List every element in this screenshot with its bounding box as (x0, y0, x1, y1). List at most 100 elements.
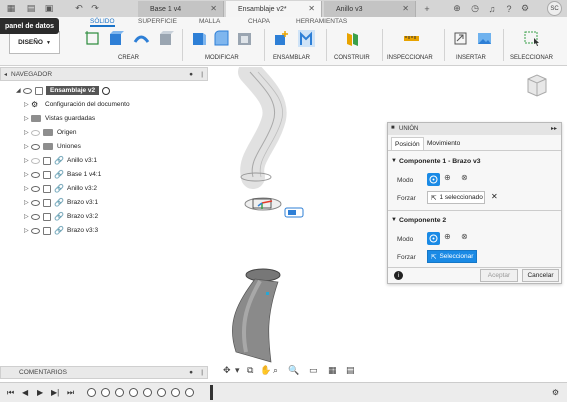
group-seleccionar[interactable]: SELECCIONAR (510, 55, 553, 61)
collapse-icon[interactable]: ◂ (4, 71, 7, 78)
tab-ensamblaje[interactable]: Ensamblaje v2* ✕ (226, 1, 322, 17)
tab-posicion[interactable]: Posición (391, 137, 424, 150)
workspace-selector[interactable]: DISEÑO ▼ (9, 31, 60, 54)
play-icon[interactable]: ▶ (37, 388, 43, 397)
fillet-icon[interactable] (213, 30, 230, 47)
browser-item[interactable]: ▷ Uniones (24, 140, 81, 153)
expand-icon[interactable]: ▷ (24, 185, 31, 192)
add-tab-icon[interactable]: + (420, 2, 434, 15)
measure-icon[interactable] (403, 30, 420, 47)
step-forward-icon[interactable]: ▶| (51, 388, 59, 397)
clear-selection-icon[interactable]: ✕ (491, 192, 498, 201)
gear-icon[interactable]: ⚙ (552, 388, 559, 397)
tab-anillo[interactable]: Anillo v3 ✕ (324, 1, 416, 17)
zoom-icon[interactable]: ⌕ (273, 365, 278, 376)
gear-icon[interactable]: ⚙ (518, 2, 532, 15)
step-back-icon[interactable]: ◀ (22, 388, 28, 397)
component-1-selection[interactable]: ⇱ 1 seleccionado (427, 191, 485, 204)
expand-icon[interactable]: ▷ (24, 171, 31, 178)
data-panel-badge[interactable]: panel de datos (0, 18, 60, 34)
browser-item[interactable]: ▷ Vistas guardadas (24, 112, 95, 125)
component-2-title[interactable]: Componente 2 (399, 217, 446, 224)
expand-icon[interactable]: ▷ (24, 115, 31, 122)
mode-edge-icon[interactable]: ⊕ (444, 173, 457, 186)
cancel-button[interactable]: Cancelar (522, 269, 559, 282)
mode-point-button[interactable] (427, 232, 440, 245)
bell-icon[interactable]: ♫ (485, 2, 499, 15)
browser-item[interactable]: ▷ ⚙ Configuración del documento (24, 98, 130, 111)
visibility-icon[interactable] (31, 213, 40, 220)
expanded-icon[interactable]: ◢ (16, 87, 23, 94)
visibility-icon[interactable] (31, 227, 40, 234)
expand-icon[interactable]: ▷ (24, 129, 31, 136)
revolve-icon[interactable] (133, 30, 150, 47)
visibility-icon[interactable] (31, 143, 40, 150)
tab-malla[interactable]: MALLA (199, 18, 220, 25)
close-icon[interactable]: | (201, 369, 203, 376)
info-icon[interactable]: i (394, 271, 403, 280)
timeline-feature[interactable] (185, 388, 194, 397)
press-pull-icon[interactable] (190, 30, 207, 47)
expand-icon[interactable]: ▷ (24, 227, 31, 234)
file-icon[interactable]: ▤ (24, 2, 38, 15)
visibility-icon[interactable] (31, 185, 40, 192)
group-inspeccionar[interactable]: INSPECCIONAR (387, 55, 433, 61)
visibility-icon[interactable] (31, 157, 40, 164)
expand-icon[interactable]: ▷ (24, 143, 31, 150)
pan-icon[interactable]: ✋ (260, 365, 271, 376)
tab-solido[interactable]: SÓLIDO (90, 18, 115, 27)
chevron-down-icon[interactable]: ▼ (391, 217, 397, 223)
close-icon[interactable]: ✕ (308, 4, 315, 13)
browser-root[interactable]: ◢ Ensamblaje v2 (16, 84, 111, 97)
close-icon[interactable]: ✕ (210, 4, 217, 13)
pin-icon[interactable]: ● (189, 369, 193, 376)
visibility-icon[interactable] (31, 171, 40, 178)
component-2-selection[interactable]: ⇱ Seleccionar (427, 250, 477, 263)
save-icon[interactable]: ▣ (42, 2, 56, 15)
redo-icon[interactable]: ↷ (88, 2, 102, 15)
tab-chapa[interactable]: CHAPA (248, 18, 270, 25)
mode-edge-icon[interactable]: ⊕ (444, 232, 457, 245)
extrude-icon[interactable] (107, 30, 124, 47)
timeline-feature[interactable] (157, 388, 166, 397)
display-settings-icon[interactable]: ▭ (309, 365, 318, 376)
visibility-icon[interactable] (23, 87, 32, 94)
timeline-feature[interactable] (87, 388, 96, 397)
new-sketch-icon[interactable] (84, 30, 101, 47)
view-cube[interactable] (527, 74, 547, 97)
tab-base[interactable]: Base 1 v4 ✕ (138, 1, 224, 17)
joint-icon[interactable] (298, 30, 315, 47)
clock-icon[interactable]: ◷ (468, 2, 482, 15)
dialog-header[interactable]: ■ UNIÓN ▸▸ (388, 123, 561, 135)
expand-dialog-icon[interactable]: ▸▸ (551, 125, 557, 132)
browser-item[interactable]: ▷ Origen (24, 126, 77, 139)
box-icon[interactable] (157, 30, 174, 47)
close-icon[interactable]: ✕ (402, 4, 409, 13)
component-1-title[interactable]: Componente 1 - Brazo v3 (399, 158, 481, 165)
go-to-start-icon[interactable]: ⏮ (7, 388, 14, 398)
timeline-feature[interactable] (143, 388, 152, 397)
mode-between-icon[interactable]: ⊗ (461, 232, 474, 245)
insert-derive-icon[interactable] (452, 30, 469, 47)
group-construir[interactable]: CONSTRUIR (334, 55, 370, 61)
offset-plane-icon[interactable] (344, 30, 361, 47)
shell-icon[interactable] (236, 30, 253, 47)
expand-icon[interactable]: ▷ (24, 213, 31, 220)
browser-item[interactable]: ▷ 🔗 Base 1 v4:1 (24, 168, 101, 181)
zoom-window-icon[interactable]: 🔍 (288, 365, 299, 376)
chevron-down-icon[interactable]: ▼ (391, 158, 397, 164)
group-insertar[interactable]: INSERTAR (456, 55, 486, 61)
new-component-icon[interactable] (273, 30, 290, 47)
mode-point-button[interactable] (427, 173, 440, 186)
tab-herramientas[interactable]: HERRAMIENTAS (296, 18, 347, 25)
help-icon[interactable]: ? (502, 2, 516, 15)
go-to-end-icon[interactable]: ⏭ (67, 388, 74, 398)
timeline-feature[interactable] (129, 388, 138, 397)
browser-item[interactable]: ▷ 🔗 Brazo v3:1 (24, 196, 98, 209)
browser-item[interactable]: ▷ 🔗 Anillo v3:1 (24, 154, 97, 167)
timeline-feature[interactable] (171, 388, 180, 397)
browser-item[interactable]: ▷ 🔗 Brazo v3:3 (24, 224, 98, 237)
chevron-down-icon[interactable]: ▾ (235, 365, 240, 376)
timeline-marker[interactable] (210, 385, 213, 400)
browser-item[interactable]: ▷ 🔗 Brazo v3:2 (24, 210, 98, 223)
